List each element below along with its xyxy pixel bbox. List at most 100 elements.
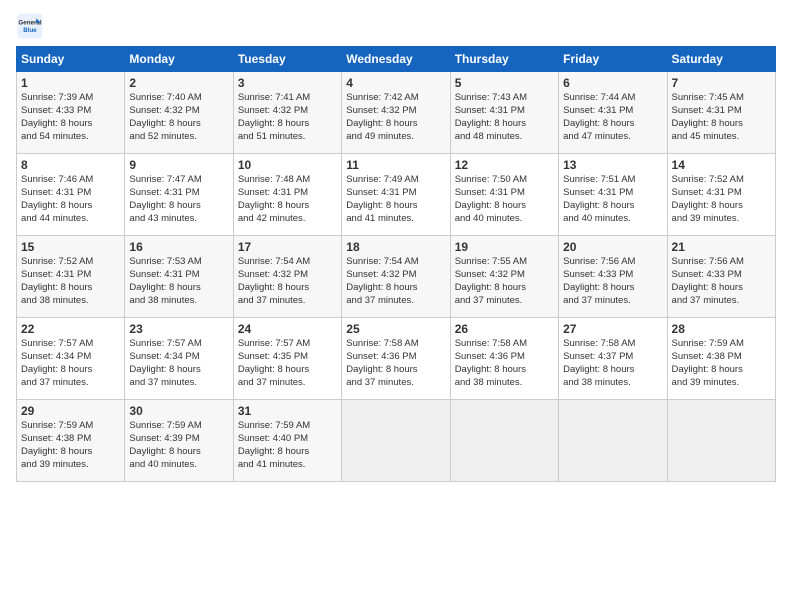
daylight-hours-label: Daylight: 8 hours	[129, 118, 200, 129]
sunrise-info: Sunrise: 7:39 AM	[21, 92, 93, 103]
svg-text:Blue: Blue	[23, 27, 37, 34]
daylight-minutes: and 42 minutes.	[238, 213, 306, 224]
day-number: 26	[455, 321, 554, 337]
header-cell-sunday: Sunday	[17, 47, 125, 72]
sunrise-info: Sunrise: 7:58 AM	[455, 338, 527, 349]
daylight-hours-label: Daylight: 8 hours	[21, 118, 92, 129]
day-number: 16	[129, 239, 228, 255]
calendar-week-2: 8Sunrise: 7:46 AMSunset: 4:31 PMDaylight…	[17, 154, 776, 236]
day-number: 30	[129, 403, 228, 419]
daylight-minutes: and 47 minutes.	[563, 131, 631, 142]
day-number: 25	[346, 321, 445, 337]
daylight-minutes: and 43 minutes.	[129, 213, 197, 224]
day-number: 19	[455, 239, 554, 255]
sunrise-info: Sunrise: 7:56 AM	[563, 256, 635, 267]
daylight-hours-label: Daylight: 8 hours	[563, 118, 634, 129]
header-cell-wednesday: Wednesday	[342, 47, 450, 72]
daylight-minutes: and 38 minutes.	[563, 377, 631, 388]
calendar-cell: 14Sunrise: 7:52 AMSunset: 4:31 PMDayligh…	[667, 154, 775, 236]
sunset-info: Sunset: 4:31 PM	[346, 187, 416, 198]
day-number: 28	[672, 321, 771, 337]
daylight-minutes: and 37 minutes.	[238, 295, 306, 306]
header: General Blue	[16, 12, 776, 40]
calendar-cell: 10Sunrise: 7:48 AMSunset: 4:31 PMDayligh…	[233, 154, 341, 236]
daylight-minutes: and 51 minutes.	[238, 131, 306, 142]
daylight-minutes: and 40 minutes.	[129, 459, 197, 470]
daylight-minutes: and 45 minutes.	[672, 131, 740, 142]
calendar-cell: 27Sunrise: 7:58 AMSunset: 4:37 PMDayligh…	[559, 318, 667, 400]
sunrise-info: Sunrise: 7:52 AM	[21, 256, 93, 267]
sunrise-info: Sunrise: 7:46 AM	[21, 174, 93, 185]
calendar-week-5: 29Sunrise: 7:59 AMSunset: 4:38 PMDayligh…	[17, 400, 776, 482]
day-number: 11	[346, 157, 445, 173]
day-number: 27	[563, 321, 662, 337]
daylight-minutes: and 38 minutes.	[455, 377, 523, 388]
sunset-info: Sunset: 4:33 PM	[672, 269, 742, 280]
calendar-cell	[450, 400, 558, 482]
daylight-minutes: and 37 minutes.	[21, 377, 89, 388]
sunrise-info: Sunrise: 7:57 AM	[21, 338, 93, 349]
calendar-cell: 20Sunrise: 7:56 AMSunset: 4:33 PMDayligh…	[559, 236, 667, 318]
daylight-hours-label: Daylight: 8 hours	[346, 200, 417, 211]
sunrise-info: Sunrise: 7:54 AM	[346, 256, 418, 267]
day-number: 1	[21, 75, 120, 91]
calendar-week-3: 15Sunrise: 7:52 AMSunset: 4:31 PMDayligh…	[17, 236, 776, 318]
daylight-minutes: and 54 minutes.	[21, 131, 89, 142]
calendar-table: SundayMondayTuesdayWednesdayThursdayFrid…	[16, 46, 776, 482]
daylight-hours-label: Daylight: 8 hours	[238, 282, 309, 293]
sunrise-info: Sunrise: 7:48 AM	[238, 174, 310, 185]
header-cell-friday: Friday	[559, 47, 667, 72]
sunrise-info: Sunrise: 7:59 AM	[21, 420, 93, 431]
day-number: 10	[238, 157, 337, 173]
logo: General Blue	[16, 12, 48, 40]
sunset-info: Sunset: 4:32 PM	[238, 269, 308, 280]
sunset-info: Sunset: 4:38 PM	[672, 351, 742, 362]
daylight-hours-label: Daylight: 8 hours	[455, 200, 526, 211]
day-number: 15	[21, 239, 120, 255]
sunrise-info: Sunrise: 7:59 AM	[238, 420, 310, 431]
daylight-minutes: and 41 minutes.	[346, 213, 414, 224]
daylight-minutes: and 44 minutes.	[21, 213, 89, 224]
daylight-hours-label: Daylight: 8 hours	[238, 364, 309, 375]
calendar-cell: 18Sunrise: 7:54 AMSunset: 4:32 PMDayligh…	[342, 236, 450, 318]
daylight-hours-label: Daylight: 8 hours	[672, 200, 743, 211]
sunset-info: Sunset: 4:34 PM	[129, 351, 199, 362]
sunset-info: Sunset: 4:31 PM	[129, 187, 199, 198]
day-number: 3	[238, 75, 337, 91]
day-number: 31	[238, 403, 337, 419]
daylight-minutes: and 37 minutes.	[563, 295, 631, 306]
sunrise-info: Sunrise: 7:53 AM	[129, 256, 201, 267]
sunrise-info: Sunrise: 7:49 AM	[346, 174, 418, 185]
sunset-info: Sunset: 4:31 PM	[563, 187, 633, 198]
daylight-hours-label: Daylight: 8 hours	[238, 200, 309, 211]
calendar-cell: 9Sunrise: 7:47 AMSunset: 4:31 PMDaylight…	[125, 154, 233, 236]
daylight-minutes: and 40 minutes.	[563, 213, 631, 224]
daylight-hours-label: Daylight: 8 hours	[455, 364, 526, 375]
calendar-cell: 8Sunrise: 7:46 AMSunset: 4:31 PMDaylight…	[17, 154, 125, 236]
calendar-cell: 13Sunrise: 7:51 AMSunset: 4:31 PMDayligh…	[559, 154, 667, 236]
daylight-minutes: and 38 minutes.	[21, 295, 89, 306]
calendar-cell: 16Sunrise: 7:53 AMSunset: 4:31 PMDayligh…	[125, 236, 233, 318]
calendar-cell: 24Sunrise: 7:57 AMSunset: 4:35 PMDayligh…	[233, 318, 341, 400]
calendar-cell: 17Sunrise: 7:54 AMSunset: 4:32 PMDayligh…	[233, 236, 341, 318]
day-number: 14	[672, 157, 771, 173]
sunset-info: Sunset: 4:31 PM	[455, 105, 525, 116]
daylight-hours-label: Daylight: 8 hours	[672, 118, 743, 129]
calendar-cell: 21Sunrise: 7:56 AMSunset: 4:33 PMDayligh…	[667, 236, 775, 318]
sunrise-info: Sunrise: 7:51 AM	[563, 174, 635, 185]
daylight-minutes: and 39 minutes.	[672, 377, 740, 388]
sunset-info: Sunset: 4:39 PM	[129, 433, 199, 444]
sunset-info: Sunset: 4:31 PM	[672, 105, 742, 116]
sunset-info: Sunset: 4:37 PM	[563, 351, 633, 362]
daylight-hours-label: Daylight: 8 hours	[238, 118, 309, 129]
day-number: 24	[238, 321, 337, 337]
sunrise-info: Sunrise: 7:56 AM	[672, 256, 744, 267]
calendar-cell: 23Sunrise: 7:57 AMSunset: 4:34 PMDayligh…	[125, 318, 233, 400]
day-number: 29	[21, 403, 120, 419]
sunset-info: Sunset: 4:32 PM	[129, 105, 199, 116]
header-cell-thursday: Thursday	[450, 47, 558, 72]
sunset-info: Sunset: 4:31 PM	[21, 187, 91, 198]
sunset-info: Sunset: 4:32 PM	[455, 269, 525, 280]
calendar-cell: 6Sunrise: 7:44 AMSunset: 4:31 PMDaylight…	[559, 72, 667, 154]
header-cell-monday: Monday	[125, 47, 233, 72]
